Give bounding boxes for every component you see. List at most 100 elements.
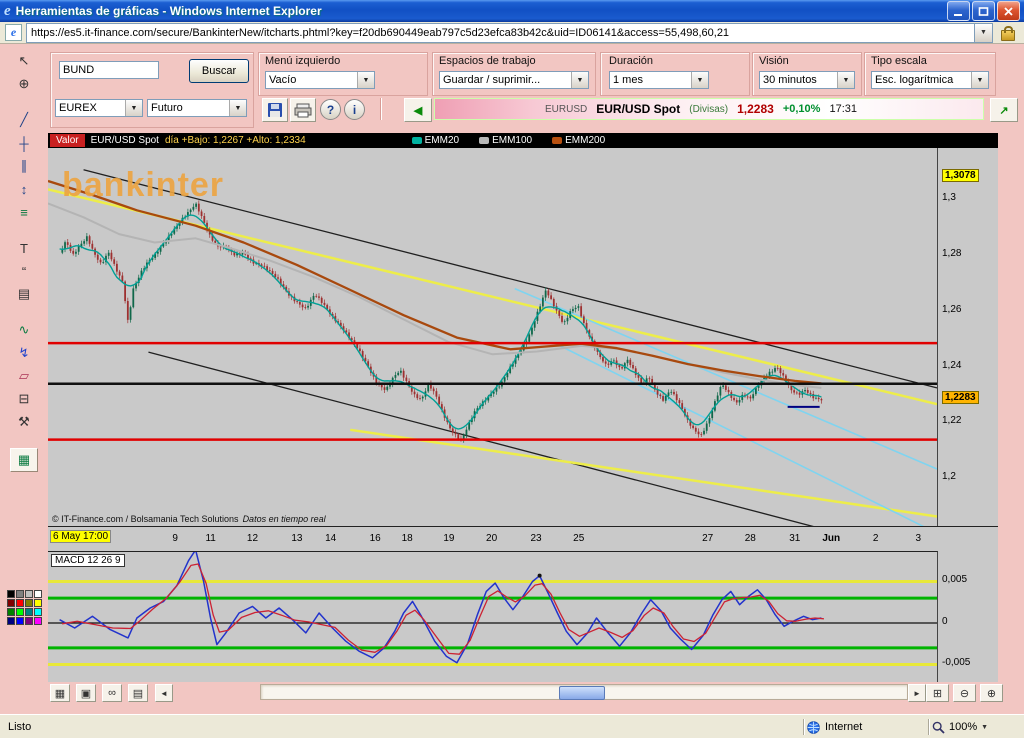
title-bar[interactable]: e Herramientas de gráficas - Windows Int…: [0, 0, 1024, 22]
zoom-out-button[interactable]: ⊖: [953, 684, 976, 702]
cursor-tool[interactable]: ↖: [12, 51, 36, 71]
browser-window: e Herramientas de gráficas - Windows Int…: [0, 0, 1024, 738]
save-button[interactable]: [262, 98, 288, 122]
macd-panel[interactable]: MACD 12 26 9: [48, 551, 938, 683]
zoom-reset-button[interactable]: ⊞: [926, 684, 949, 702]
macd-indicator-label[interactable]: MACD 12 26 9: [51, 554, 125, 567]
close-button[interactable]: [997, 1, 1020, 21]
left-menu-select[interactable]: Vacío ▼: [265, 71, 375, 89]
status-text: Listo: [0, 721, 800, 733]
popout-icon: ↗: [999, 104, 1008, 117]
quote-change: +0,10%: [783, 103, 821, 115]
palette-color-swatch[interactable]: [7, 617, 15, 625]
instrument-value: Futuro: [151, 102, 183, 114]
scroll-left-button[interactable]: ◄: [155, 684, 173, 702]
open-in-window-button[interactable]: ↗: [990, 98, 1018, 122]
security-area: [997, 25, 1019, 41]
quote-strip[interactable]: EURUSD EUR/USD Spot (Divisas) 1,2283 +0,…: [434, 98, 984, 120]
price-chart-canvas[interactable]: bankinter © IT-Finance.com / Bolsamania …: [48, 148, 938, 526]
duplicate-window-button[interactable]: ▣: [76, 684, 96, 702]
macd-axis: 0,0050-0,005: [940, 551, 998, 682]
palette-color-swatch[interactable]: [16, 590, 24, 598]
palette-color-swatch[interactable]: [16, 617, 24, 625]
info-button[interactable]: i: [344, 99, 365, 120]
indicator-tool[interactable]: ∿: [12, 320, 36, 340]
zoom-in-tool[interactable]: ⊕: [12, 74, 36, 94]
chevron-down-icon[interactable]: ▼: [125, 100, 142, 116]
printer-icon: [294, 103, 312, 118]
link-charts-button[interactable]: ∞: [102, 684, 122, 702]
date-tick-label: 9: [172, 533, 178, 544]
chevron-down-icon[interactable]: ▼: [837, 72, 854, 88]
scroll-right-button[interactable]: ►: [908, 684, 926, 702]
text-tool[interactable]: T: [12, 238, 36, 258]
palette-color-swatch[interactable]: [25, 608, 33, 616]
vertical-line-tool[interactable]: ↕: [12, 179, 36, 199]
chart-style-tool[interactable]: ▦: [10, 448, 38, 472]
instrument-select[interactable]: Futuro ▼: [147, 99, 247, 117]
window-title: Herramientas de gráficas - Windows Inter…: [16, 4, 322, 18]
palette-color-swatch[interactable]: [34, 599, 42, 607]
help-button[interactable]: ?: [320, 99, 341, 120]
notes-tool[interactable]: ▤: [12, 284, 36, 304]
zoom-in-button[interactable]: ⊕: [980, 684, 1003, 702]
data-table-button[interactable]: ▤: [128, 684, 148, 702]
address-input[interactable]: https://es5.it-finance.com/secure/Bankin…: [26, 23, 993, 43]
chevron-down-icon[interactable]: ▼: [357, 72, 374, 88]
vision-select[interactable]: 30 minutos ▼: [759, 71, 855, 89]
exchange-select[interactable]: EUREX ▼: [55, 99, 143, 117]
trendline-tool[interactable]: ╱: [12, 110, 36, 130]
address-dropdown-button[interactable]: ▼: [974, 24, 992, 42]
workspaces-select[interactable]: Guardar / suprimir... ▼: [439, 71, 589, 89]
chart-scrollbar[interactable]: [260, 684, 908, 700]
date-tick-label: 13: [291, 533, 302, 544]
duration-value: 1 mes: [613, 74, 643, 86]
back-chart-button[interactable]: ◀: [404, 98, 432, 122]
date-tick-label: 20: [486, 533, 497, 544]
crosshair-tool[interactable]: ┼: [12, 133, 36, 153]
color-palette: [7, 590, 42, 625]
chevron-down-icon[interactable]: ▼: [691, 72, 708, 88]
print-button[interactable]: [290, 98, 316, 122]
mini-chart-button[interactable]: ▦: [50, 684, 70, 702]
callout-tool[interactable]: “: [12, 261, 36, 281]
palette-color-swatch[interactable]: [34, 590, 42, 598]
settings-tool[interactable]: ⚒: [12, 412, 36, 432]
palette-color-swatch[interactable]: [16, 599, 24, 607]
search-button[interactable]: Buscar: [189, 59, 249, 83]
valor-selector[interactable]: Valor: [50, 134, 85, 147]
scale-value: Esc. logarítmica: [875, 74, 953, 86]
workspaces-label: Espacios de trabajo: [439, 55, 536, 67]
zigzag-tool[interactable]: ↯: [12, 343, 36, 363]
trash-tool[interactable]: ⊟: [12, 389, 36, 409]
status-bar: Listo Internet 100% ▼: [0, 714, 1024, 738]
scale-select[interactable]: Esc. logarítmica ▼: [871, 71, 989, 89]
quote-price: 1,2283: [737, 102, 774, 116]
palette-color-swatch[interactable]: [7, 590, 15, 598]
palette-color-swatch[interactable]: [25, 599, 33, 607]
left-menu-value: Vacío: [269, 74, 296, 86]
zoom-control[interactable]: 100% ▼: [932, 721, 1024, 734]
palette-color-swatch[interactable]: [7, 599, 15, 607]
vision-value: 30 minutos: [763, 74, 817, 86]
palette-color-swatch[interactable]: [34, 608, 42, 616]
chevron-down-icon[interactable]: ▼: [971, 72, 988, 88]
minimize-button[interactable]: [947, 1, 970, 21]
chevron-down-icon[interactable]: ▼: [229, 100, 246, 116]
palette-color-swatch[interactable]: [25, 590, 33, 598]
palette-color-swatch[interactable]: [7, 608, 15, 616]
symbol-search-input[interactable]: [59, 61, 159, 79]
chart-area: Valor EUR/USD Spot día +Bajo: 1,2267 +Al…: [48, 133, 998, 682]
palette-color-swatch[interactable]: [16, 608, 24, 616]
channel-tool[interactable]: ∥: [12, 156, 36, 176]
duration-select[interactable]: 1 mes ▼: [609, 71, 709, 89]
palette-color-swatch[interactable]: [25, 617, 33, 625]
date-tick-label: 27: [702, 533, 713, 544]
eraser-tool[interactable]: ▱: [12, 366, 36, 386]
chevron-down-icon[interactable]: ▼: [571, 72, 588, 88]
palette-color-swatch[interactable]: [34, 617, 42, 625]
fibonacci-tool[interactable]: ≡: [12, 202, 36, 222]
chevron-down-icon[interactable]: ▼: [981, 724, 988, 731]
scrollbar-thumb[interactable]: [559, 686, 605, 700]
restore-button[interactable]: [972, 1, 995, 21]
